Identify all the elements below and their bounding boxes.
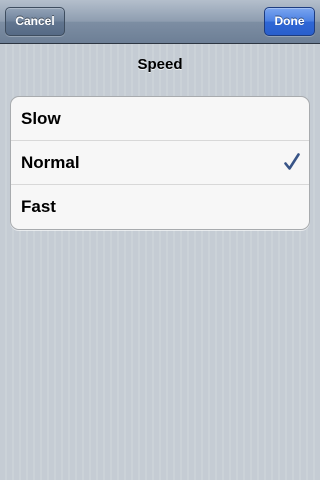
option-label: Slow xyxy=(21,108,61,128)
option-label: Fast xyxy=(21,197,56,216)
options-table: Slow Normal Fast xyxy=(10,96,310,230)
cancel-button[interactable]: Cancel xyxy=(5,7,65,36)
option-row-normal[interactable]: Normal xyxy=(11,141,309,185)
navigation-bar: Cancel Done xyxy=(0,0,320,44)
checkmark-icon xyxy=(284,153,300,170)
option-row-slow[interactable]: Slow xyxy=(11,97,309,141)
option-label: Normal xyxy=(21,152,80,172)
done-button[interactable]: Done xyxy=(264,7,315,36)
option-row-fast[interactable]: Fast xyxy=(11,185,309,229)
section-title: Speed xyxy=(137,56,183,73)
